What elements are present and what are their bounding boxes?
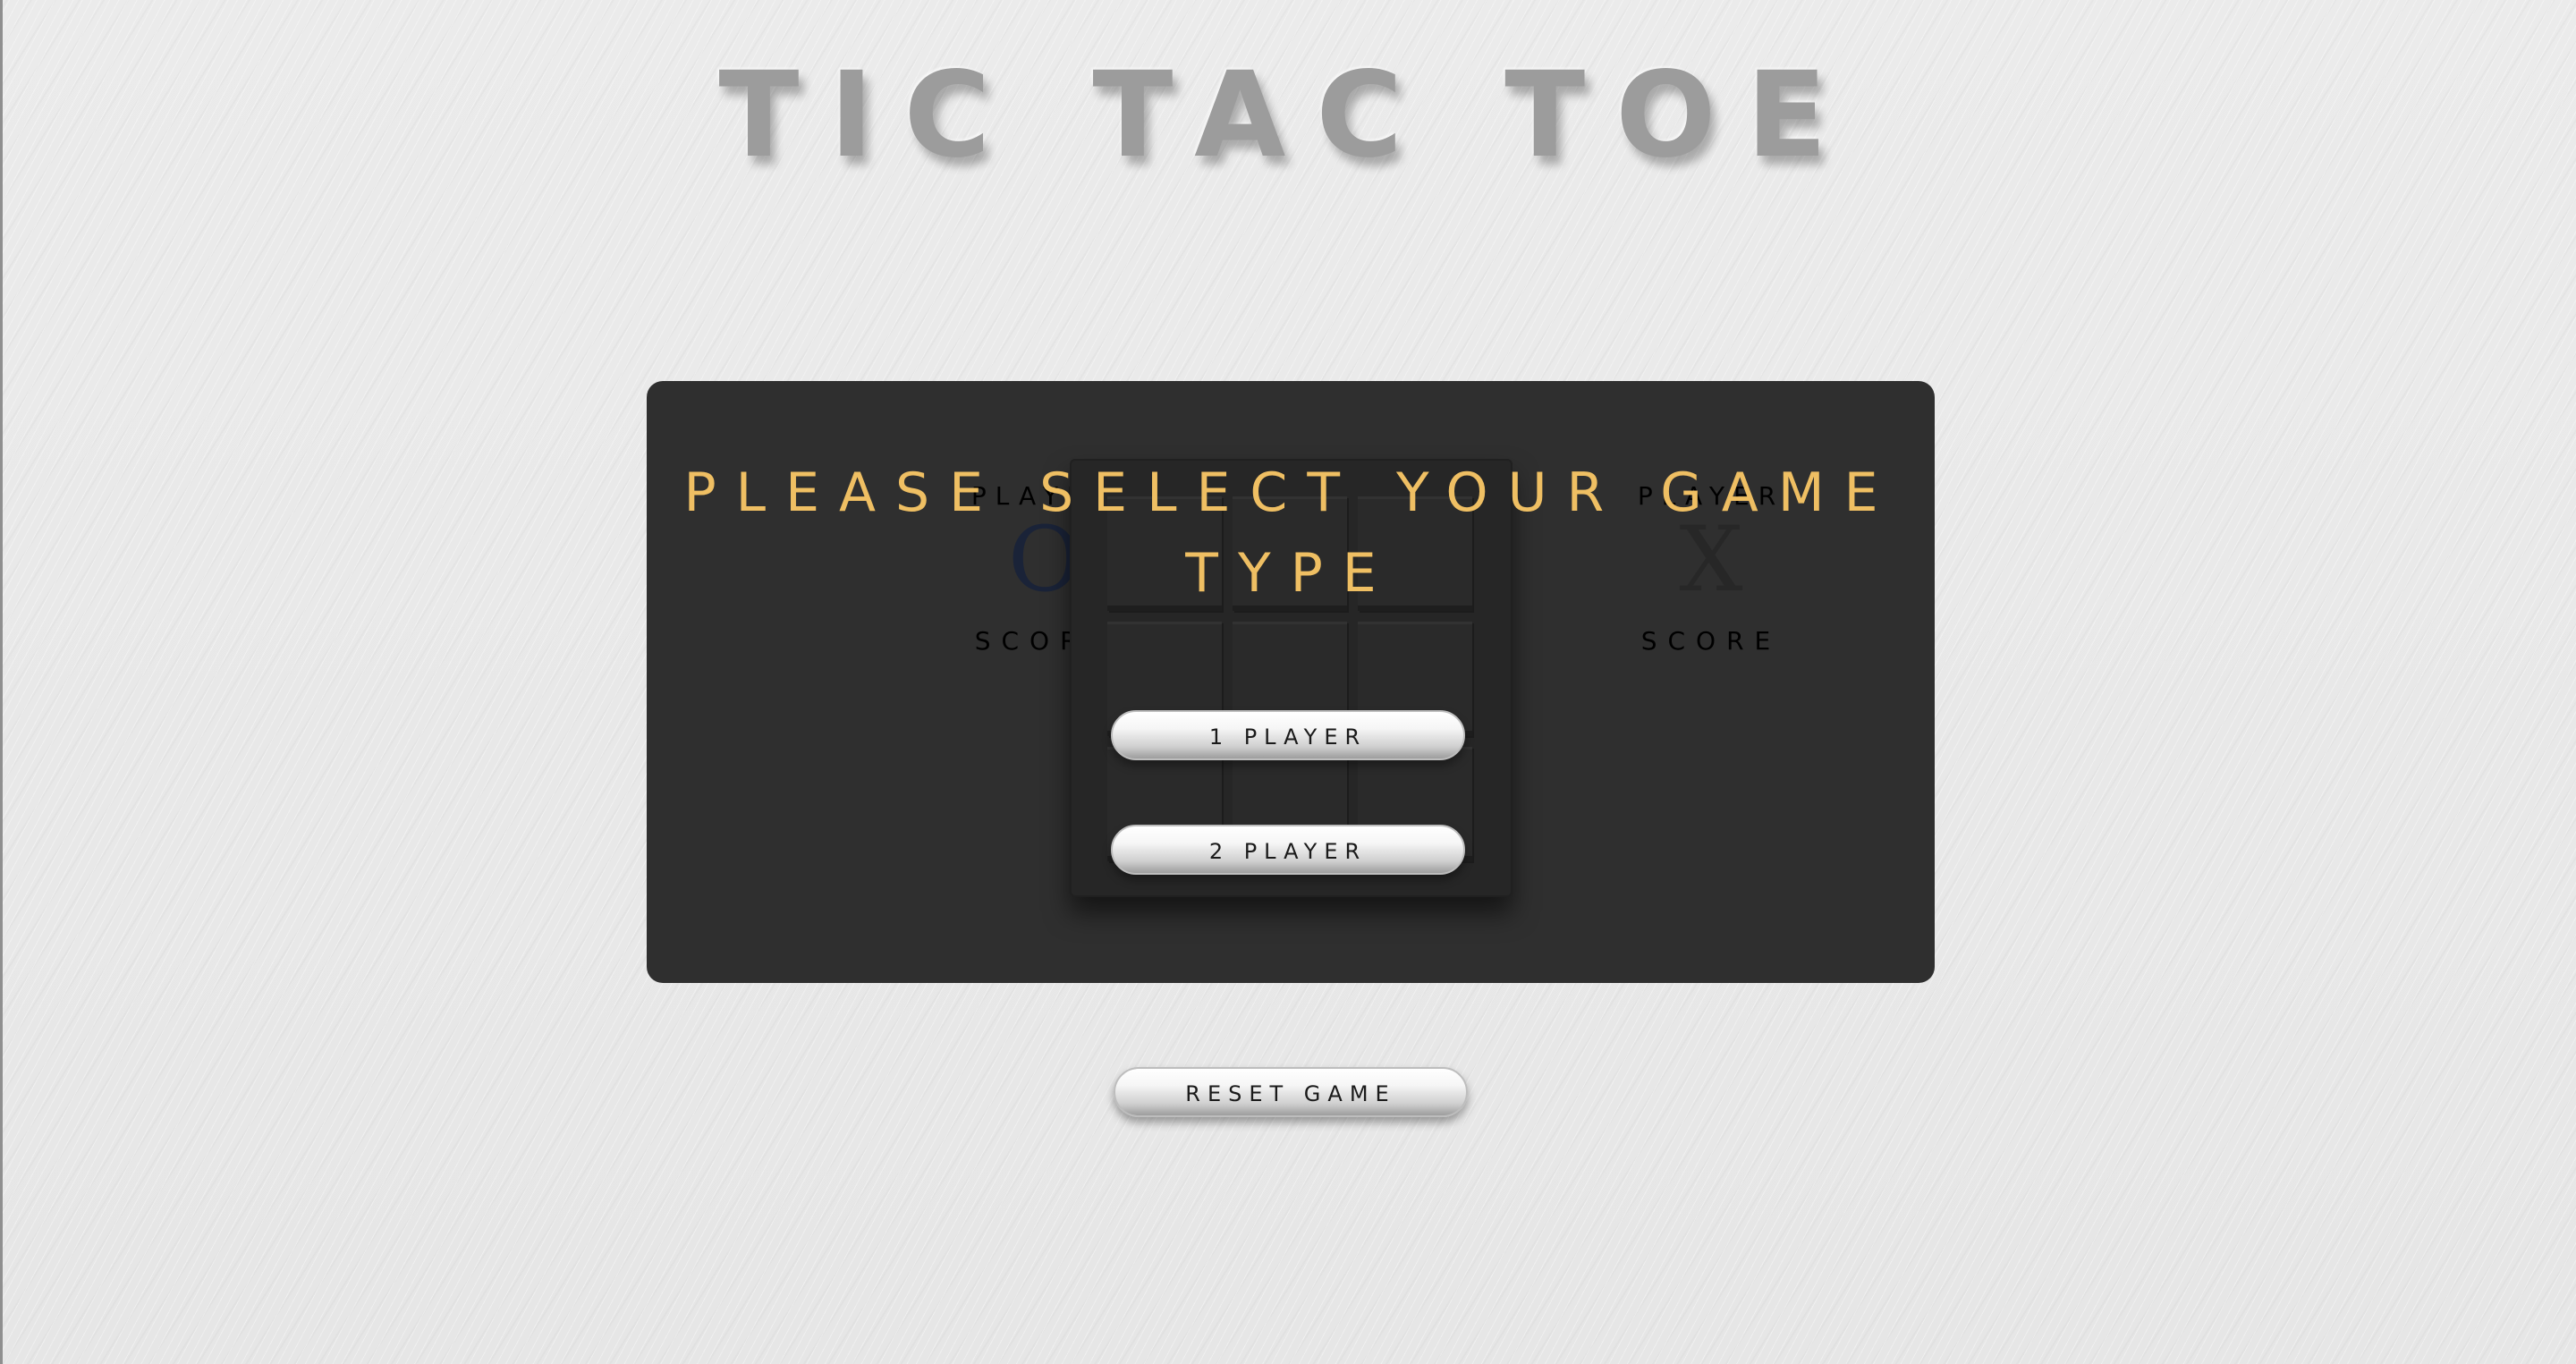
two-player-button[interactable]: 2 PLAYER [1111,825,1465,875]
one-player-button[interactable]: 1 PLAYER [1111,710,1465,760]
game-panel: PLAYER O SCORE PLAYER X SCORE PLEASE SEL… [647,381,1935,983]
reset-game-button[interactable]: RESET GAME [1114,1067,1468,1117]
window-edge [0,0,3,1364]
game-title: TIC TAC TOE [718,47,1858,184]
player-x-score-label: SCORE [1640,626,1782,656]
game-type-prompt: PLEASE SELECT YOUR GAME TYPE [683,462,1898,605]
